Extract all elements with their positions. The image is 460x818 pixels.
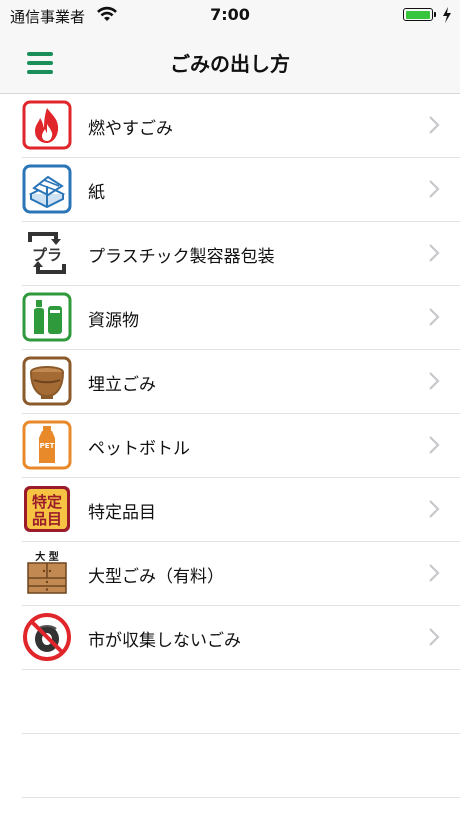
list-item-label: 大型ごみ（有料） [88, 567, 224, 587]
list-item-oversized[interactable]: 大 型 大型ごみ（有料） [22, 542, 460, 606]
navigation-bar: ごみの出し方 [0, 30, 460, 94]
garbage-category-list: 燃やすごみ 紙 プラ プラスチック製容器包装 資源物 埋立ごみ PET ペットボ… [0, 94, 460, 798]
chevron-right-icon [429, 500, 440, 518]
no-tire-icon [23, 613, 71, 661]
bottle-can-icon [22, 292, 72, 342]
chevron-right-icon [429, 244, 440, 262]
chevron-right-icon [429, 628, 440, 646]
list-item-paper[interactable]: 紙 [22, 158, 460, 222]
list-item-not-collected[interactable]: 市が収集しないごみ [22, 606, 460, 670]
pet-bottle-icon: PET [22, 420, 72, 470]
list-item-label: 特定品目 [88, 503, 156, 523]
ceramic-bowl-icon [22, 356, 72, 406]
empty-row [22, 670, 460, 734]
paper-bundle-icon [22, 164, 72, 214]
specified-icon-line2: 品目 [32, 510, 62, 528]
list-item-pet-bottle[interactable]: PET ペットボトル [22, 414, 460, 478]
list-item-label: 燃やすごみ [88, 119, 173, 139]
list-item-label: プラスチック製容器包装 [88, 247, 275, 267]
list-item-label: 資源物 [88, 311, 139, 331]
status-bar: 通信事業者 7:00 [0, 0, 460, 30]
list-item-label: 市が収集しないごみ [88, 631, 241, 651]
plastic-recycle-icon: プラ [28, 232, 66, 274]
specified-icon-line1: 特定 [32, 493, 62, 511]
list-item-specified-items[interactable]: 特定 品目 特定品目 [22, 478, 460, 542]
list-item-plastic[interactable]: プラ プラスチック製容器包装 [22, 222, 460, 286]
pet-icon-text: PET [40, 442, 55, 450]
clock: 7:00 [210, 5, 250, 24]
charging-bolt-icon [443, 7, 451, 23]
oversized-icon-text: 大 型 [35, 550, 58, 563]
chevron-right-icon [429, 180, 440, 198]
plastic-icon-text: プラ [32, 246, 62, 264]
fire-icon [22, 100, 72, 150]
empty-row [22, 734, 460, 798]
chevron-right-icon [429, 116, 440, 134]
chevron-right-icon [429, 564, 440, 582]
list-item-landfill[interactable]: 埋立ごみ [22, 350, 460, 414]
oversized-cabinet-icon: 大 型 [27, 550, 67, 594]
battery-icon [403, 8, 433, 21]
list-item-label: ペットボトル [88, 439, 190, 459]
chevron-right-icon [429, 372, 440, 390]
list-item-label: 埋立ごみ [88, 375, 156, 395]
chevron-right-icon [429, 308, 440, 326]
list-item-resources[interactable]: 資源物 [22, 286, 460, 350]
specified-items-icon: 特定 品目 [24, 486, 70, 532]
battery-tip [434, 12, 436, 17]
page-title: ごみの出し方 [170, 52, 290, 76]
list-item-label: 紙 [88, 183, 105, 203]
list-item-burnable[interactable]: 燃やすごみ [22, 94, 460, 158]
chevron-right-icon [429, 436, 440, 454]
